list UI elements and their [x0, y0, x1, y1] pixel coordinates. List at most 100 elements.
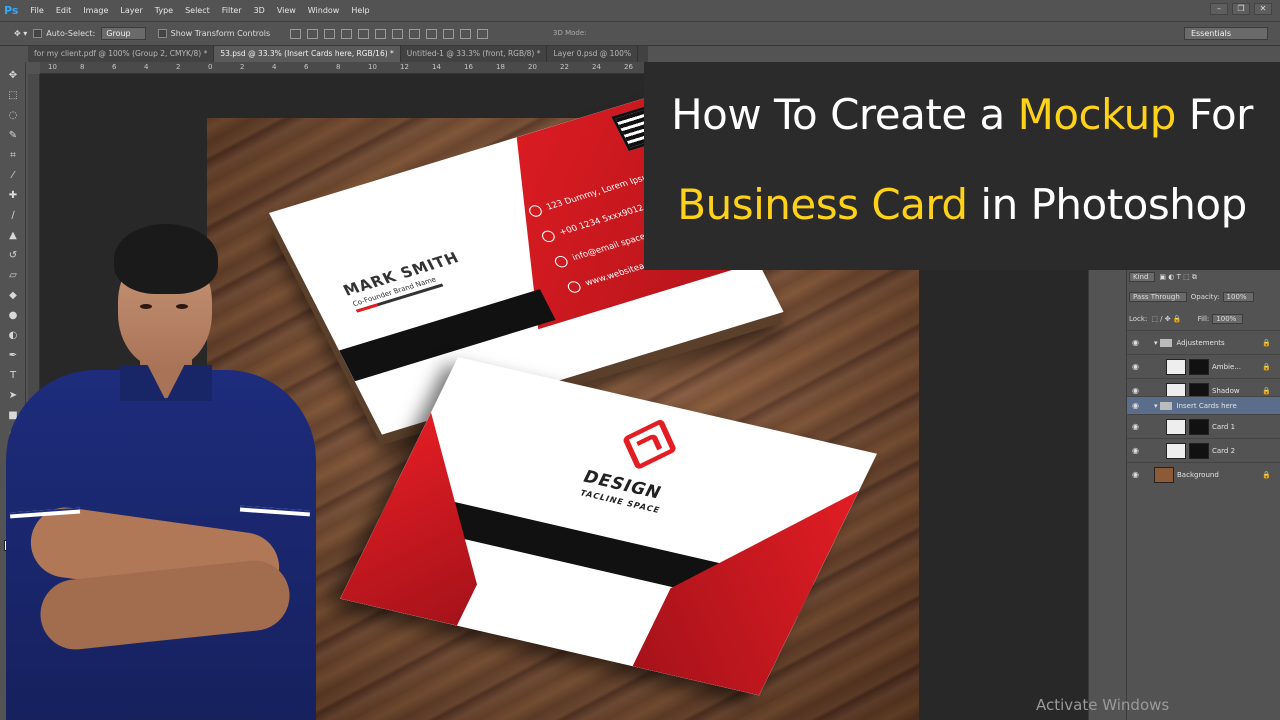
workspace-dropdown[interactable]: Essentials [1183, 27, 1268, 40]
healing-icon[interactable]: ✚ [7, 190, 19, 202]
marquee-icon[interactable]: ⬚ [7, 90, 19, 102]
ruler-tick-label: 8 [80, 63, 85, 71]
restore-button[interactable]: ❐ [1232, 3, 1250, 15]
align-bottom-icon[interactable] [324, 28, 336, 39]
ruler-tick-label: 10 [368, 63, 377, 71]
ruler-tick-label: 0 [208, 63, 213, 71]
distribute-hcenter-icon[interactable] [460, 28, 472, 39]
visibility-eye-icon[interactable]: ◉ [1132, 362, 1142, 371]
lock-icon: 🔒 [1262, 338, 1271, 347]
menu-layer[interactable]: Layer [120, 6, 142, 15]
align-hcenter-icon[interactable] [358, 28, 370, 39]
filter-type-icons[interactable]: ▣ ◐ T ⬚ ⧉ [1159, 273, 1197, 282]
layer-name: Adjustements [1176, 338, 1225, 347]
layer-mask-thumbnail [1189, 358, 1209, 375]
blend-row: Pass Through Opacity: 100% [1129, 290, 1258, 304]
layer-thumbnail [1166, 358, 1186, 375]
distribute-left-icon[interactable] [443, 28, 455, 39]
layer-group-insert-cards[interactable]: ◉ ▾ Insert Cards here [1127, 396, 1280, 414]
move-icon[interactable]: ✥ [7, 70, 19, 82]
layer-group-adjustements[interactable]: ◉ ▾ Adjustements 🔒 [1127, 330, 1280, 354]
menu-select[interactable]: Select [185, 6, 210, 15]
tab-client-pdf[interactable]: for my client.pdf @ 100% (Group 2, CMYK/… [28, 46, 215, 62]
lock-icons[interactable]: ⬚ ∕ ✥ 🔒 [1151, 315, 1181, 323]
opacity-input[interactable]: 100% [1222, 292, 1254, 302]
distribute-vcenter-icon[interactable] [409, 28, 421, 39]
visibility-eye-icon[interactable]: ◉ [1132, 401, 1142, 410]
menu-bar: Ps File Edit Image Layer Type Select Fil… [0, 0, 1280, 22]
transform-controls-checkbox[interactable] [157, 29, 167, 38]
menu-3d[interactable]: 3D [254, 6, 265, 15]
menu-help[interactable]: Help [351, 6, 369, 15]
title-line-1-start: How To Create a [671, 90, 1018, 139]
align-vcenter-icon[interactable] [307, 28, 319, 39]
title-line-1: How To Create a Mockup For [644, 90, 1280, 139]
expand-arrow-icon[interactable]: ▾ [1154, 402, 1158, 410]
eyedropper-icon[interactable]: ⁄ [7, 170, 19, 182]
layer-card-1[interactable]: ◉ Card 1 [1127, 414, 1280, 438]
move-tool-icon[interactable]: ✥ ▾ [14, 29, 27, 38]
layer-mask-thumbnail [1189, 418, 1209, 435]
blend-mode-dropdown[interactable]: Pass Through [1129, 292, 1187, 302]
layer-filter-dropdown[interactable]: Kind [1129, 272, 1156, 282]
document-tabs: for my client.pdf @ 100% (Group 2, CMYK/… [28, 46, 648, 62]
align-buttons [290, 28, 489, 39]
align-right-icon[interactable] [375, 28, 387, 39]
auto-select-checkbox[interactable] [33, 29, 43, 38]
opacity-label: Opacity: [1190, 293, 1220, 301]
visibility-eye-icon[interactable]: ◉ [1132, 446, 1142, 455]
title-line-2: Business Card in Photoshop [644, 180, 1280, 229]
menu-file[interactable]: File [30, 6, 43, 15]
ruler-tick-label: 2 [176, 63, 181, 71]
layer-name: Card 1 [1212, 422, 1236, 431]
layer-card-2[interactable]: ◉ Card 2 [1127, 438, 1280, 462]
menu-image[interactable]: Image [83, 6, 108, 15]
menu-window[interactable]: Window [308, 6, 340, 15]
presenter-eye-left [140, 304, 152, 309]
minimize-button[interactable]: – [1210, 3, 1228, 15]
presenter-eye-right [176, 304, 188, 309]
visibility-eye-icon[interactable]: ◉ [1132, 422, 1142, 431]
align-top-icon[interactable] [290, 28, 302, 39]
smart-object-thumbnail [1166, 418, 1186, 435]
ruler-tick-label: 16 [464, 63, 473, 71]
visibility-eye-icon[interactable]: ◉ [1132, 386, 1142, 395]
ruler-tick-label: 6 [304, 63, 309, 71]
title-highlight-mockup: Mockup [1017, 90, 1177, 139]
fill-input[interactable]: 100% [1212, 314, 1244, 324]
layer-ambient[interactable]: ◉ Ambie... 🔒 [1127, 354, 1280, 378]
layer-name: Ambie... [1212, 362, 1241, 371]
ruler-tick-label: 20 [528, 63, 537, 71]
distribute-bottom-icon[interactable] [426, 28, 438, 39]
title-line-2-end: in Photoshop [967, 180, 1247, 229]
horizontal-ruler: 10 8 6 4 2 0 2 4 6 8 10 12 14 16 18 20 22 24 26 [40, 62, 648, 74]
folder-icon [1159, 401, 1172, 410]
lasso-icon[interactable]: ◌ [7, 110, 19, 122]
ruler-tick-label: 18 [496, 63, 505, 71]
close-button[interactable]: ✕ [1254, 3, 1272, 15]
crop-icon[interactable]: ⌗ [7, 150, 19, 162]
folder-icon [1159, 338, 1172, 347]
visibility-eye-icon[interactable]: ◉ [1132, 470, 1142, 479]
tab-untitled-1[interactable]: Untitled-1 @ 33.3% (front, RGB/8) * [401, 46, 548, 62]
ruler-tick-label: 22 [560, 63, 569, 71]
auto-select-dropdown[interactable]: Group [101, 27, 146, 40]
options-bar: ✥ ▾ Auto-Select: Group Show Transform Co… [0, 22, 1280, 46]
quick-select-icon[interactable]: ✎ [7, 130, 19, 142]
menu-edit[interactable]: Edit [56, 6, 72, 15]
menu-type[interactable]: Type [155, 6, 173, 15]
expand-arrow-icon[interactable]: ▾ [1154, 339, 1158, 347]
tab-53-psd[interactable]: 53.psd @ 33.3% (Insert Cards here, RGB/1… [214, 46, 401, 62]
menu-filter[interactable]: Filter [222, 6, 242, 15]
align-left-icon[interactable] [341, 28, 353, 39]
distribute-right-icon[interactable] [477, 28, 489, 39]
distribute-top-icon[interactable] [392, 28, 404, 39]
menu-view[interactable]: View [277, 6, 296, 15]
title-highlight-business-card: Business Card [677, 180, 968, 229]
transform-controls-label: Show Transform Controls [170, 29, 271, 38]
layer-background[interactable]: ◉ Background 🔒 [1127, 462, 1280, 486]
ruler-tick-label: 4 [144, 63, 149, 71]
tab-layer-0[interactable]: Layer 0.psd @ 100% [547, 46, 639, 62]
lock-icon: 🔒 [1262, 470, 1271, 479]
visibility-eye-icon[interactable]: ◉ [1132, 338, 1142, 347]
